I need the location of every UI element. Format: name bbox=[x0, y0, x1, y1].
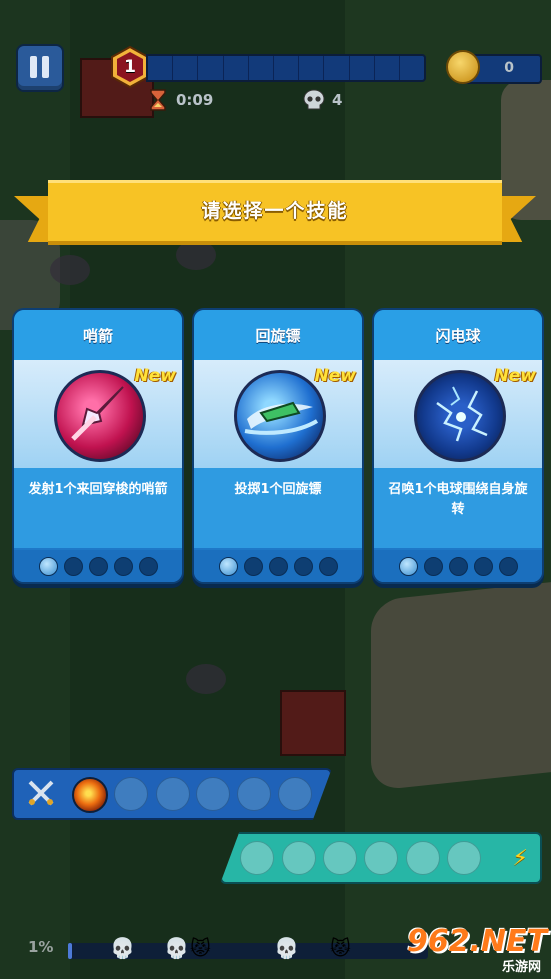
progress-fill bbox=[68, 943, 72, 959]
stage-progress: 1% 💀 💀 😾 💀 😾 bbox=[28, 936, 428, 962]
skull-icon: 💀 bbox=[274, 936, 299, 960]
player-level: 1 bbox=[124, 57, 136, 77]
empty-passive-slot bbox=[406, 841, 440, 875]
skill-name: 回旋镖 bbox=[194, 310, 362, 361]
kill-counter: 4 bbox=[302, 88, 342, 112]
empty-passive-slot bbox=[323, 841, 357, 875]
skill-level-pips bbox=[14, 550, 182, 582]
lightning-bolt-icon: ⚡ bbox=[512, 846, 528, 871]
fireball-icon bbox=[72, 777, 108, 813]
empty-weapon-slot bbox=[278, 777, 312, 811]
new-badge: New bbox=[494, 366, 536, 386]
skill-card-lightning-ball[interactable]: 闪电球 New 召唤1个电球围绕自身旋转 bbox=[372, 308, 544, 584]
empty-weapon-slot bbox=[156, 777, 190, 811]
survival-timer: 0:09 bbox=[148, 88, 213, 112]
banner-title: 请选择一个技能 bbox=[201, 199, 349, 222]
empty-weapon-slot bbox=[237, 777, 271, 811]
skill-name: 哨箭 bbox=[14, 310, 182, 361]
empty-weapon-slot bbox=[114, 777, 148, 811]
skill-card-boomerang[interactable]: 回旋镖 New 投掷1个回旋镖 bbox=[192, 308, 364, 584]
passive-slots: ⚡ bbox=[220, 832, 542, 884]
xp-bar bbox=[146, 54, 426, 82]
progress-percent: 1% bbox=[28, 938, 54, 956]
player-level-badge: 1 bbox=[110, 46, 150, 88]
crossed-swords-icon bbox=[28, 780, 54, 806]
boomerang-orb-icon bbox=[234, 370, 326, 462]
skill-level-pips bbox=[194, 550, 362, 582]
skull-icon: 💀 bbox=[164, 936, 189, 960]
choose-skill-banner: 请选择一个技能 bbox=[14, 180, 536, 256]
new-badge: New bbox=[314, 366, 356, 386]
arrow-orb-icon bbox=[54, 370, 146, 462]
empty-weapon-slot bbox=[196, 777, 230, 811]
watermark-logo: 962.NET bbox=[407, 924, 548, 959]
skill-level-pips bbox=[374, 550, 542, 582]
hourglass-icon bbox=[150, 89, 166, 111]
skill-description: 召唤1个电球围绕自身旋转 bbox=[388, 482, 528, 517]
empty-passive-slot bbox=[282, 841, 316, 875]
boss-cat-icon: 😾 bbox=[190, 936, 211, 960]
skill-description: 发射1个来回穿梭的哨箭 bbox=[28, 482, 168, 497]
new-badge: New bbox=[134, 366, 176, 386]
pause-button[interactable] bbox=[16, 44, 64, 92]
watermark-text: 乐游网 bbox=[501, 960, 541, 975]
skill-description: 投掷1个回旋镖 bbox=[234, 482, 322, 497]
timer-value: 0:09 bbox=[176, 91, 214, 109]
kill-count: 4 bbox=[332, 91, 343, 109]
empty-passive-slot bbox=[447, 841, 481, 875]
coin-icon bbox=[446, 50, 480, 84]
skull-icon bbox=[303, 89, 325, 110]
site-watermark: 962.NET 乐游网 bbox=[407, 924, 547, 975]
boss-cat-icon: 😾 bbox=[330, 936, 351, 960]
weapon-slots bbox=[12, 768, 332, 820]
skill-name: 闪电球 bbox=[374, 310, 542, 361]
empty-passive-slot bbox=[364, 841, 398, 875]
lightning-orb-icon bbox=[414, 370, 506, 462]
coin-count: 0 bbox=[504, 60, 514, 76]
skull-icon: 💀 bbox=[110, 936, 135, 960]
empty-passive-slot bbox=[240, 841, 274, 875]
skill-card-whistle-arrow[interactable]: 哨箭 New 发射1个来回穿梭的哨箭 bbox=[12, 308, 184, 584]
